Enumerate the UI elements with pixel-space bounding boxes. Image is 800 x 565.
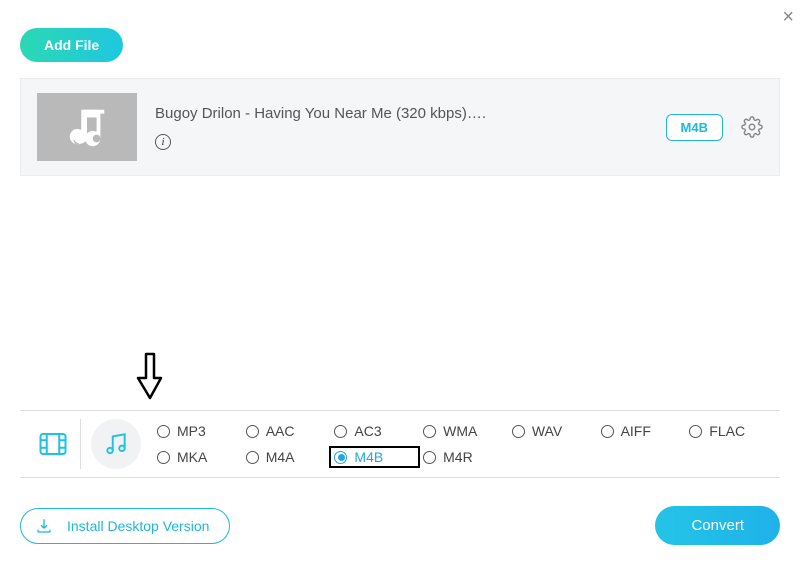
close-icon[interactable]: × [782, 6, 794, 29]
footer-bar: Install Desktop Version Convert [20, 506, 780, 545]
format-badge-button[interactable]: M4B [666, 114, 723, 141]
radio-label: AIFF [621, 423, 651, 439]
radio-label: M4B [354, 449, 383, 465]
audio-tab[interactable] [91, 419, 141, 469]
file-title: Bugoy Drilon - Having You Near Me (320 k… [155, 105, 648, 122]
format-radio-aac[interactable]: AAC [242, 421, 331, 441]
radio-label: WMA [443, 423, 477, 439]
format-radio-m4b[interactable]: M4B [330, 447, 419, 467]
install-desktop-button[interactable]: Install Desktop Version [20, 508, 230, 544]
gear-icon[interactable] [741, 116, 763, 138]
format-radio-grid: MP3 AAC AC3 WMA WAV AIFF FLAC MKA M4A M4B M4R [153, 421, 774, 467]
music-icon [103, 431, 129, 457]
radio-dot [512, 425, 525, 438]
file-row: Bugoy Drilon - Having You Near Me (320 k… [20, 78, 780, 176]
radio-dot [246, 425, 259, 438]
music-note-icon [64, 104, 110, 150]
format-radio-mp3[interactable]: MP3 [153, 421, 242, 441]
radio-dot [334, 451, 347, 464]
radio-dot [334, 425, 347, 438]
radio-dot [423, 451, 436, 464]
radio-dot [601, 425, 614, 438]
format-radio-flac[interactable]: FLAC [685, 421, 774, 441]
install-label: Install Desktop Version [67, 518, 209, 534]
info-icon[interactable]: i [155, 134, 171, 150]
radio-dot [689, 425, 702, 438]
format-panel: MP3 AAC AC3 WMA WAV AIFF FLAC MKA M4A M4B M4R [20, 410, 780, 478]
radio-label: WAV [532, 423, 562, 439]
download-icon [35, 517, 53, 535]
radio-dot [157, 425, 170, 438]
format-radio-m4a[interactable]: M4A [242, 447, 331, 467]
file-thumbnail [37, 93, 137, 161]
main-container: Add File Bugoy Drilon - Having You Near … [0, 0, 800, 176]
radio-label: AC3 [354, 423, 381, 439]
file-meta: Bugoy Drilon - Having You Near Me (320 k… [155, 105, 648, 150]
format-radio-ac3[interactable]: AC3 [330, 421, 419, 441]
convert-button[interactable]: Convert [655, 506, 780, 545]
radio-dot [157, 451, 170, 464]
radio-dot [423, 425, 436, 438]
radio-label: M4A [266, 449, 295, 465]
radio-label: FLAC [709, 423, 745, 439]
radio-label: AAC [266, 423, 295, 439]
radio-label: M4R [443, 449, 473, 465]
radio-dot [246, 451, 259, 464]
video-icon [38, 429, 68, 459]
video-tab[interactable] [26, 429, 80, 459]
format-radio-wav[interactable]: WAV [508, 421, 597, 441]
radio-label: MP3 [177, 423, 206, 439]
format-radio-aiff[interactable]: AIFF [597, 421, 686, 441]
format-radio-mka[interactable]: MKA [153, 447, 242, 467]
format-radio-wma[interactable]: WMA [419, 421, 508, 441]
add-file-button[interactable]: Add File [20, 28, 123, 62]
tab-divider [80, 419, 81, 469]
format-radio-m4r[interactable]: M4R [419, 447, 508, 467]
radio-label: MKA [177, 449, 207, 465]
arrow-annotation [135, 352, 165, 405]
